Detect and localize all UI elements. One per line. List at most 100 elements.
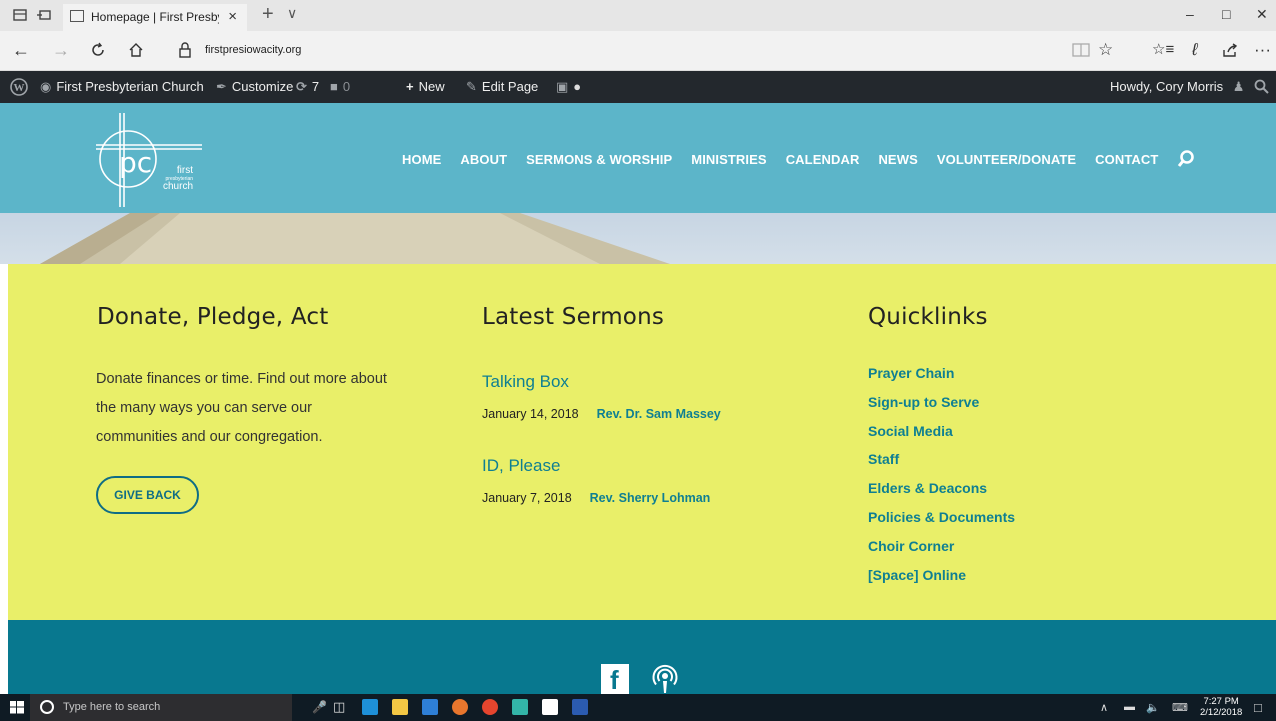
quicklink-staff[interactable]: Staff xyxy=(868,449,1015,478)
cortana-icon xyxy=(40,700,54,714)
podcast-icon[interactable] xyxy=(651,664,679,694)
nav-sermons-worship[interactable]: SERMONS & WORSHIP xyxy=(526,152,672,167)
nav-news[interactable]: NEWS xyxy=(878,152,917,167)
church-logo[interactable]: pc xyxy=(90,109,210,209)
tab-homepage[interactable]: Homepage | First Presby × xyxy=(63,4,247,31)
favorite-star-icon[interactable]: ☆ xyxy=(1098,39,1113,61)
file-explorer-app-icon[interactable] xyxy=(392,699,408,715)
sermon-date: January 7, 2018 xyxy=(482,491,572,505)
notifications-icon[interactable]: □ xyxy=(1254,700,1262,715)
quicklink-choir-corner[interactable]: Choir Corner xyxy=(868,536,1015,565)
forward-arrow-icon[interactable]: → xyxy=(52,39,70,61)
nav-volunteer-donate[interactable]: VOLUNTEER/DONATE xyxy=(937,152,1076,167)
sermon-meta: January 7, 2018 Rev. Sherry Lohman xyxy=(482,491,710,505)
user-avatar-icon: ♟ xyxy=(1232,79,1245,94)
sermon-author-link[interactable]: Rev. Dr. Sam Massey xyxy=(597,407,721,421)
home-icon[interactable] xyxy=(128,42,144,58)
seo-status-dot-icon: ● xyxy=(573,79,582,94)
wp-admin-bar: W ◉ First Presbyterian Church ✒ Customize … xyxy=(0,71,1276,103)
clock-date: 2/12/2018 xyxy=(1200,707,1243,718)
wp-site-menu[interactable]: ◉ First Presbyterian Church xyxy=(40,79,204,95)
tab-preview-icon[interactable] xyxy=(12,7,28,23)
quicklink-space-online[interactable]: [Space] Online xyxy=(868,565,1015,594)
facebook-icon[interactable]: f xyxy=(601,664,629,695)
hero-photo xyxy=(40,213,670,264)
site-search-icon[interactable] xyxy=(1176,149,1196,169)
more-icon[interactable]: ··· xyxy=(1254,39,1271,61)
sermon-title-link[interactable]: ID, Please xyxy=(482,456,560,476)
close-tab-button[interactable]: × xyxy=(228,8,237,25)
sermons-heading: Latest Sermons xyxy=(482,304,665,330)
nav-about[interactable]: ABOUT xyxy=(460,152,507,167)
task-view-icon[interactable]: ◫ xyxy=(333,699,345,715)
sermon-meta: January 14, 2018 Rev. Dr. Sam Massey xyxy=(482,407,721,421)
wp-new-link[interactable]: + New xyxy=(406,79,445,94)
search-icon[interactable] xyxy=(1254,79,1269,94)
microphone-icon[interactable]: 🎤 xyxy=(312,700,327,714)
nav-contact[interactable]: CONTACT xyxy=(1095,152,1158,167)
nav-calendar[interactable]: CALENDAR xyxy=(786,152,860,167)
updates-icon: ⟳ xyxy=(296,79,307,94)
windows-start-icon[interactable] xyxy=(10,701,24,714)
taskbar-search-box[interactable]: Type here to search xyxy=(30,694,292,721)
quicklink-policies-documents[interactable]: Policies & Documents xyxy=(868,507,1015,536)
logo-line-3: church xyxy=(163,181,194,192)
lock-icon xyxy=(179,42,191,58)
favorites-hub-icon[interactable]: ☆≡ xyxy=(1152,39,1174,61)
maximize-button[interactable]: □ xyxy=(1222,6,1230,22)
donate-description: Donate finances or time. Find out more a… xyxy=(96,371,387,445)
address-bar[interactable]: firstpresiowacity.org xyxy=(205,44,301,56)
updates-count: 7 xyxy=(311,79,320,94)
share-icon[interactable] xyxy=(1222,43,1238,57)
give-back-button[interactable]: GIVE BACK xyxy=(96,476,199,514)
back-arrow-icon[interactable]: ← xyxy=(12,39,30,61)
wp-edit-page-label: Edit Page xyxy=(481,79,539,94)
quicklink-prayer-chain[interactable]: Prayer Chain xyxy=(868,363,1015,392)
minimize-button[interactable]: – xyxy=(1186,6,1194,22)
wp-customize-label: Customize xyxy=(231,79,294,94)
wp-customize-link[interactable]: ✒ Customize xyxy=(216,79,293,95)
browser-toolbar: ← → firstpresiowacity.org ☆ ☆≡ ℓ ··· xyxy=(0,31,1276,71)
refresh-icon[interactable] xyxy=(90,42,106,58)
sermon-date: January 14, 2018 xyxy=(482,407,579,421)
clock-time: 7:27 PM xyxy=(1203,696,1239,707)
web-note-icon[interactable]: ℓ xyxy=(1192,39,1198,61)
quicklink-social-media[interactable]: Social Media xyxy=(868,421,1015,450)
tab-list-chevron-icon[interactable]: ∨ xyxy=(287,5,297,22)
set-tabs-aside-icon[interactable] xyxy=(36,7,52,23)
nav-ministries[interactable]: MINISTRIES xyxy=(691,152,766,167)
wp-comments-link[interactable]: ■ 0 xyxy=(330,79,350,94)
taskbar-clock[interactable]: 7:27 PM 2/12/2018 xyxy=(1200,696,1242,718)
wp-edit-page-link[interactable]: ✎ Edit Page xyxy=(466,79,538,95)
page-icon xyxy=(70,10,84,22)
facebook-letter: f xyxy=(610,665,619,695)
wordpress-logo-icon[interactable]: W xyxy=(10,78,28,96)
new-tab-button[interactable]: + xyxy=(262,3,274,26)
slack-app-icon[interactable] xyxy=(512,699,528,715)
outlook-app-icon[interactable] xyxy=(422,699,438,715)
quicklink-sign-up-to-serve[interactable]: Sign-up to Serve xyxy=(868,392,1015,421)
logo-letters: pc xyxy=(119,146,152,179)
edge-app-icon[interactable] xyxy=(362,699,378,715)
keyboard-icon[interactable]: ⌨ xyxy=(1172,701,1188,714)
reading-view-icon[interactable] xyxy=(1072,43,1090,57)
wp-account-menu[interactable]: Howdy, Cory Morris ♟ xyxy=(1110,79,1244,95)
seo-plugin-menu[interactable]: ▣ ● xyxy=(556,79,581,95)
sermon-title-link[interactable]: Talking Box xyxy=(482,372,569,392)
word-app-icon[interactable] xyxy=(572,699,588,715)
yoast-seo-icon: ▣ xyxy=(556,79,569,94)
close-window-button[interactable]: ✕ xyxy=(1256,6,1268,23)
wp-updates-link[interactable]: ⟳ 7 xyxy=(296,79,319,95)
svg-text:W: W xyxy=(14,82,25,94)
network-icon[interactable]: ▬ xyxy=(1124,701,1135,713)
wp-new-label: New xyxy=(418,79,445,94)
quicklink-elders-deacons[interactable]: Elders & Deacons xyxy=(868,478,1015,507)
chrome-app-icon[interactable] xyxy=(482,699,498,715)
nav-home[interactable]: HOME xyxy=(402,152,441,167)
volume-icon[interactable]: 🔈 xyxy=(1146,701,1160,714)
sermon-author-link[interactable]: Rev. Sherry Lohman xyxy=(590,491,711,505)
tray-overflow-chevron-icon[interactable]: ∧ xyxy=(1100,701,1108,714)
mail-app-icon[interactable] xyxy=(542,699,558,715)
browser-tab-bar: Homepage | First Presby × + ∨ – □ ✕ xyxy=(0,0,1276,31)
photos-app-icon[interactable] xyxy=(452,699,468,715)
